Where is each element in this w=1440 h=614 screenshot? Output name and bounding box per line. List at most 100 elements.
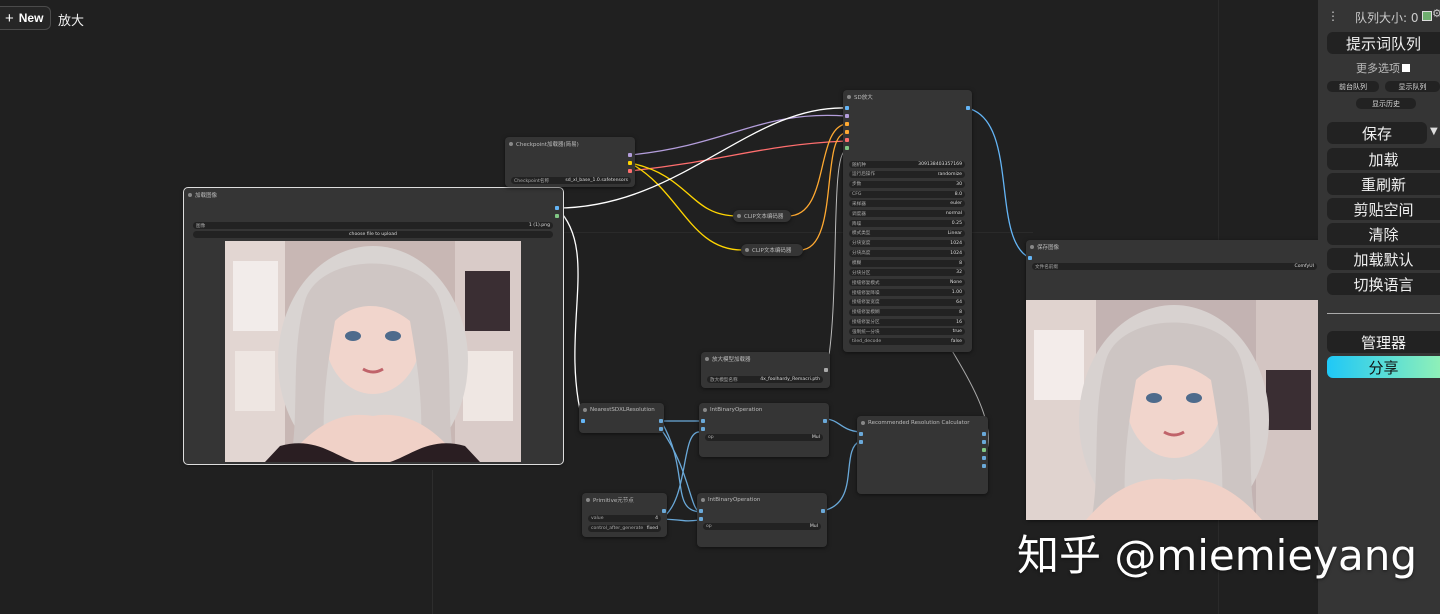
output-slot[interactable] [982,432,986,436]
sd-upscale-widget[interactable]: 运行后操作 randomize [849,170,965,178]
save-button[interactable]: 保存 [1327,122,1427,144]
menu-divider [1327,313,1440,314]
ckpt-select-widget[interactable]: Checkpoint名称 sd_xl_base_1.0.safetensors [511,177,631,184]
sd-upscale-widget[interactable]: 步数 30 [849,180,965,188]
output-slot[interactable] [982,448,986,452]
upload-button[interactable]: choose file to upload [193,231,553,238]
checkpoint-loader-node[interactable]: Checkpoint加载器(简易) Checkpoint名称 sd_xl_base… [505,137,635,187]
queue-front-button[interactable]: 前台队列 [1327,81,1379,92]
save-image-node[interactable]: 保存图像 文件名前缀 ComfyUI [1026,240,1326,520]
int-binary-operation-node-1[interactable]: IntBinaryOperation op Mul [699,403,829,457]
drag-handle-icon[interactable]: ⋮ [1327,10,1339,22]
input-slot[interactable] [845,138,849,142]
output-slot[interactable] [982,456,986,460]
input-slot[interactable] [845,146,849,150]
sd-upscale-widget[interactable]: 分块高度 1024 [849,249,965,257]
sd-upscale-node[interactable]: SD放大 随机种 309138403357169 运行后操作 randomize 步数 3… [843,90,972,352]
input-slot[interactable] [701,419,705,423]
input-slot[interactable] [701,427,705,431]
input-slot[interactable] [845,122,849,126]
clip-text-encode-negative[interactable]: CLIP文本编码器 [741,244,803,256]
widget-value: 30 [956,181,962,187]
clip-output-slot[interactable] [628,161,632,165]
workflow-title: 放大 [58,14,85,29]
height-output-slot[interactable] [659,427,663,431]
input-slot[interactable] [699,517,703,521]
widget-value: 16 [956,319,962,325]
widget-label: 接缝修复降噪 [852,290,880,296]
sd-upscale-widget[interactable]: 接缝修复模式 None [849,279,965,287]
switch-locale-button[interactable]: 切换语言 [1327,273,1440,295]
filename-prefix-widget[interactable]: 文件名前缀 ComfyUI [1032,263,1317,270]
mask-output-slot[interactable] [555,214,559,218]
image-output-slot[interactable] [966,106,970,110]
primitive-node[interactable]: Primitive元节点 value 4 control_after_genera… [582,493,667,537]
sd-upscale-widget[interactable]: 随机种 309138403357169 [849,161,965,168]
image-input-slot[interactable] [581,419,585,423]
nearest-sdxl-resolution-node[interactable]: NearestSDXLResolution [579,403,664,433]
sd-upscale-widget[interactable]: 分块宽度 1024 [849,239,965,247]
sd-upscale-widget[interactable]: 降噪 0.25 [849,220,965,228]
sd-upscale-widget[interactable]: CFG 8.0 [849,190,965,198]
view-queue-button[interactable]: 显示队列 [1385,81,1440,92]
upscale-model-loader-node[interactable]: 放大模型加载器 放大模型名称 4x_foolhardy_Remacri.pth [701,352,830,388]
connect-output-slot[interactable] [662,509,666,513]
clear-button[interactable]: 清除 [1327,223,1440,245]
sd-upscale-widget[interactable]: 模糊 8 [849,259,965,267]
output-slot[interactable] [823,419,827,423]
vae-output-slot[interactable] [628,169,632,173]
manager-button[interactable]: 管理器 [1327,331,1440,353]
refresh-button[interactable]: 重刷新 [1327,173,1440,195]
sd-upscale-widget[interactable]: 接缝修复模糊 8 [849,308,965,316]
sd-upscale-widget[interactable]: 强制统一分块 true [849,328,965,336]
image-output-slot[interactable] [555,206,559,210]
widget-value: 64 [956,299,962,305]
control-after-generate-widget[interactable]: control_after_generate fixed [588,525,661,532]
widget-value: true [952,329,962,335]
load-default-button[interactable]: 加载默认 [1327,248,1440,270]
value-widget[interactable]: value 4 [588,515,661,522]
new-workflow-button[interactable]: + New [0,6,51,30]
upscale-model-select[interactable]: 放大模型名称 4x_foolhardy_Remacri.pth [707,376,823,383]
op-select[interactable]: op Mul [705,434,823,441]
new-label: New [18,11,44,25]
save-dropdown-icon[interactable]: ▼ [1430,126,1438,137]
model-output-slot[interactable] [628,153,632,157]
queue-prompt-button[interactable]: 提示词队列 [1327,32,1440,54]
share-button[interactable]: 分享 [1327,356,1440,378]
op-select[interactable]: op Mul [703,523,821,530]
extra-options-checkbox[interactable] [1402,64,1410,72]
input-slot[interactable] [699,509,703,513]
images-input-slot[interactable] [1028,256,1032,260]
input-slot[interactable] [845,130,849,134]
input-slot[interactable] [859,440,863,444]
output-slot[interactable] [982,464,986,468]
sd-upscale-widget[interactable]: 接缝修复降噪 1.00 [849,289,965,297]
clip-text-encode-positive[interactable]: CLIP文本编码器 [733,210,791,222]
input-slot[interactable] [845,106,849,110]
sd-upscale-widget[interactable]: 接缝修复宽度 64 [849,298,965,306]
image-icon[interactable] [1422,11,1432,21]
sd-upscale-widget[interactable]: tiled_decode false [849,338,965,346]
input-slot[interactable] [859,432,863,436]
recommended-resolution-node[interactable]: Recommended Resolution Calculator [857,416,988,494]
load-button[interactable]: 加载 [1327,148,1440,170]
image-select-widget[interactable]: 图像 1 (1).png [193,222,553,229]
sd-upscale-widget[interactable]: 接缝修复分区 16 [849,318,965,326]
sd-upscale-widget[interactable]: 分块分区 32 [849,269,965,277]
plus-icon: + [5,9,14,27]
output-slot[interactable] [821,509,825,513]
int-binary-operation-node-2[interactable]: IntBinaryOperation op Mul [697,493,827,547]
opresult-link-2 [825,440,861,511]
clipspace-button[interactable]: 剪贴空间 [1327,198,1440,220]
sd-upscale-widget[interactable]: 采样器 euler [849,200,965,208]
sd-upscale-widget[interactable]: 模式类型 Linear [849,229,965,237]
output-slot[interactable] [982,440,986,444]
gear-icon[interactable]: ⚙ [1432,7,1440,20]
upscale-model-output-slot[interactable] [824,368,828,372]
sd-upscale-widget[interactable]: 调度器 normal [849,210,965,218]
load-image-node[interactable]: 加载图像 图像 1 (1).png choose file to upload [183,187,564,465]
view-history-button[interactable]: 显示历史 [1356,98,1416,109]
width-output-slot[interactable] [659,419,663,423]
input-slot[interactable] [845,114,849,118]
